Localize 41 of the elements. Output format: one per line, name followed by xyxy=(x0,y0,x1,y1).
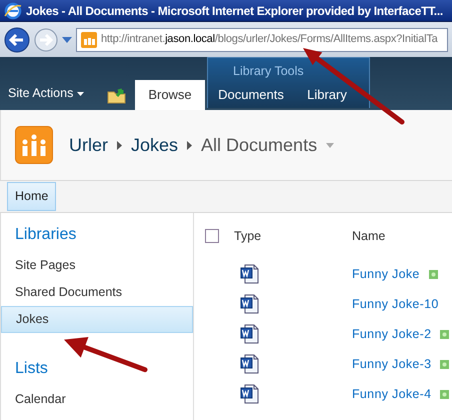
nav-link[interactable]: Shared Documents xyxy=(1,279,193,306)
separator-icon xyxy=(117,140,122,150)
nav-tab[interactable]: Home xyxy=(7,182,56,211)
page-title: All Documents xyxy=(201,134,318,156)
select-all-checkbox[interactable] xyxy=(205,229,219,243)
url-text: http://intranet.jason.local/blogs/urler/Jokes/Forms/AllItems.aspx?InitialTa xyxy=(101,32,438,48)
back-icon[interactable] xyxy=(4,26,30,52)
nav-link[interactable]: Site Pages xyxy=(1,252,193,279)
site-actions-menu[interactable]: Site Actions xyxy=(8,84,84,103)
ribbon-tab[interactable]: Library xyxy=(295,80,359,110)
nav-link[interactable]: Jokes xyxy=(1,306,193,333)
dropdown-icon[interactable] xyxy=(62,36,72,42)
site-logo-icon xyxy=(81,32,97,48)
document-icon xyxy=(240,264,260,284)
document-link[interactable]: Funny Joke-2 xyxy=(352,324,432,344)
document-icon xyxy=(240,384,260,404)
site-logo-icon[interactable] xyxy=(15,126,53,164)
document-link[interactable]: Funny Joke-4 xyxy=(352,384,432,404)
caret-icon[interactable] xyxy=(326,142,334,148)
document-icon xyxy=(240,294,260,314)
document-link[interactable]: Funny Joke-10 xyxy=(352,294,439,314)
column-header[interactable]: Type xyxy=(234,226,352,246)
document-icon xyxy=(240,354,260,374)
browser-logo-icon xyxy=(4,2,22,20)
caret-icon xyxy=(77,92,84,96)
document-link[interactable]: Funny Joke-3 xyxy=(352,354,432,374)
ribbon-tab[interactable]: Browse xyxy=(135,80,205,110)
window-title: Jokes - All Documents - Microsoft Internet Explorer provided by InterfaceTT... xyxy=(26,2,443,20)
breadcrumb-link[interactable]: Jokes xyxy=(131,132,178,158)
section-heading[interactable]: Lists xyxy=(1,357,193,381)
ribbon-tab[interactable]: Documents xyxy=(207,80,295,110)
address-field[interactable]: http://intranet.jason.local/blogs/urler/Jokes/Forms/AllItems.aspx?InitialTa xyxy=(76,28,448,52)
document-icon xyxy=(240,324,260,344)
breadcrumb-link[interactable]: Urler xyxy=(69,132,108,158)
group-label: Library Tools xyxy=(233,63,304,80)
nav-link[interactable]: Calendar xyxy=(1,386,193,413)
section-heading[interactable]: Libraries xyxy=(1,223,193,247)
column-header[interactable]: Name xyxy=(352,226,386,246)
separator-icon xyxy=(187,140,192,150)
folder-up-icon[interactable] xyxy=(106,86,126,104)
document-link[interactable]: Funny Joke xyxy=(352,264,420,284)
